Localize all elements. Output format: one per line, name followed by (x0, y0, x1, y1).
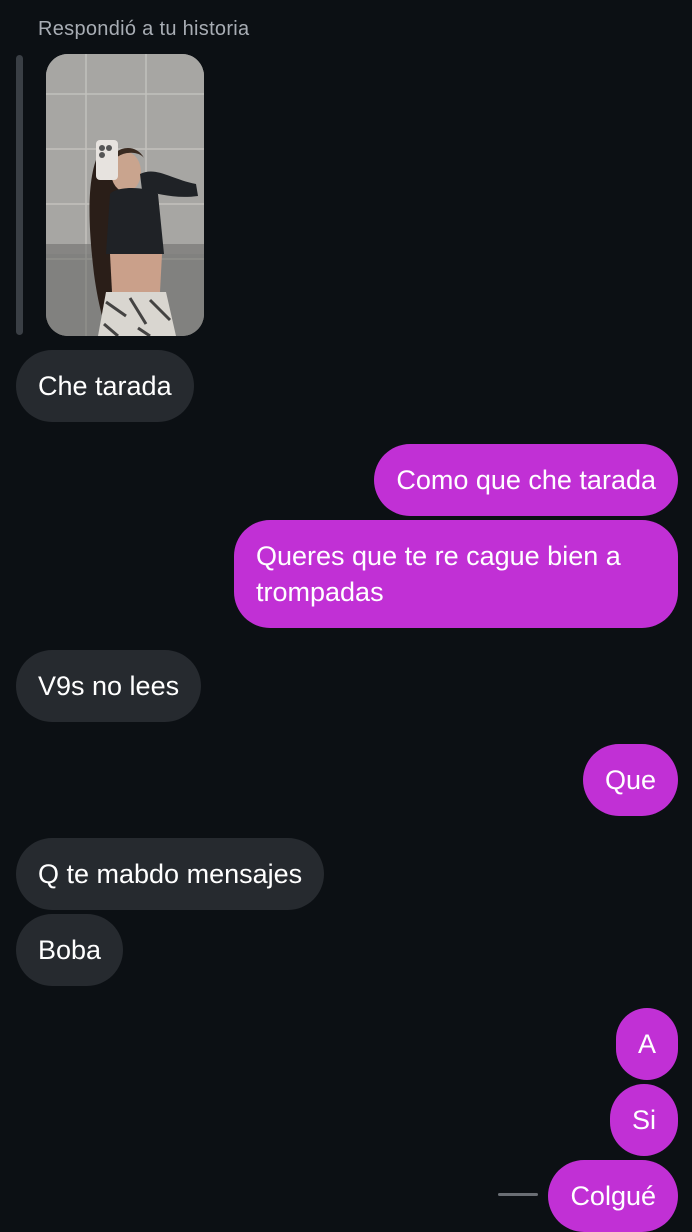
outgoing-message[interactable]: Colgué (548, 1160, 678, 1232)
story-image (46, 54, 204, 336)
outgoing-message[interactable]: Queres que te re cague bien a trompadas (234, 520, 678, 628)
outgoing-message[interactable]: Si (609, 1084, 678, 1156)
scroll-edge-indicator (498, 1193, 538, 1196)
incoming-message[interactable]: Che tarada (16, 350, 194, 422)
story-reply-indicator (16, 55, 23, 335)
incoming-message[interactable]: Q te mabdo mensajes (16, 838, 325, 910)
story-thumbnail[interactable] (46, 54, 204, 336)
outgoing-message[interactable]: A (615, 1008, 678, 1080)
story-reply-label: Respondió a tu historia (38, 18, 250, 40)
incoming-message[interactable]: V9s no lees (16, 650, 202, 722)
outgoing-message[interactable]: Como que che tarada (374, 444, 678, 516)
incoming-message[interactable]: Boba (16, 914, 124, 986)
outgoing-message[interactable]: Que (582, 744, 678, 816)
